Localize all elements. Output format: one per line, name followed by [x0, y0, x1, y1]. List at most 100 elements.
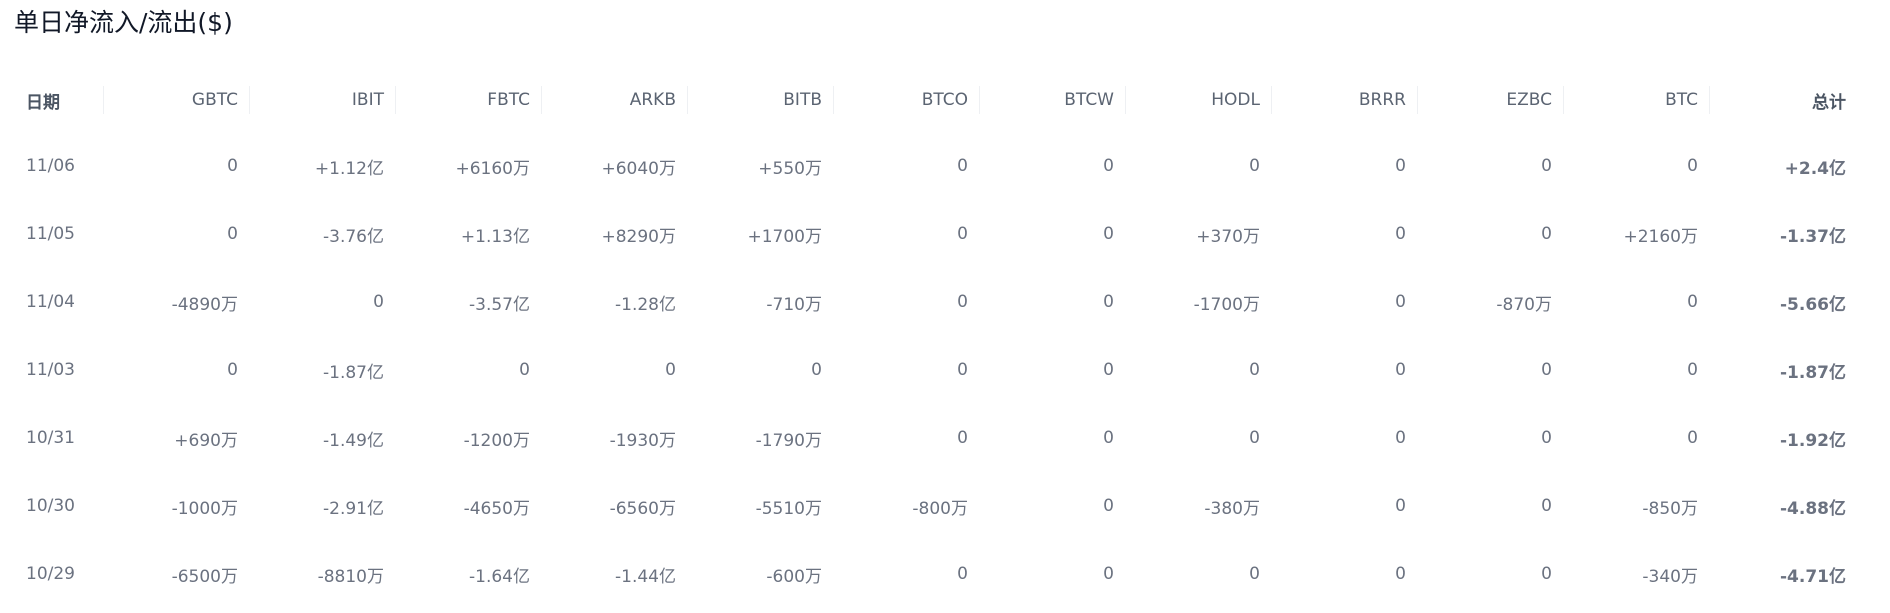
- column-header-btc: BTC: [1564, 68, 1710, 132]
- flow-cell-gbtc: -4890万: [171, 294, 238, 315]
- flow-cell-ibit: 0: [373, 292, 384, 312]
- table-row: 11/05 0 -3.76亿 +1.13亿 +8290万 +1700万 0 0 +370万 0 0 +…: [14, 200, 1858, 268]
- total-cell: -4.88亿: [1780, 498, 1846, 519]
- flow-cell-bitb: 0: [811, 360, 822, 380]
- flow-cell-ezbc: 0: [1541, 224, 1552, 244]
- flow-cell-ezbc: 0: [1541, 360, 1552, 380]
- flow-cell-gbtc: +690万: [174, 430, 238, 451]
- column-header-total: 总计: [1812, 92, 1846, 113]
- column-header-bitb: BITB: [688, 68, 834, 132]
- flow-cell-bitb: -600万: [766, 566, 822, 587]
- flow-cell-btcw: 0: [1103, 360, 1114, 380]
- flow-cell-gbtc: -6500万: [171, 566, 238, 587]
- flow-cell-hodl: 0: [1249, 428, 1260, 448]
- flow-cell-btco: 0: [957, 292, 968, 312]
- total-cell: -4.71亿: [1780, 566, 1846, 587]
- table-row: 10/30 -1000万 -2.91亿 -4650万 -6560万 -5510万 -800万…: [14, 472, 1858, 540]
- flow-cell-bitb: -710万: [766, 294, 822, 315]
- column-header-fbtc: FBTC: [396, 68, 542, 132]
- table-row: 10/29 -6500万 -8810万 -1.64亿 -1.44亿 -600万 0 0 0 0 0 -…: [14, 540, 1858, 608]
- flow-cell-btco: 0: [957, 564, 968, 584]
- flow-cell-btco: -800万: [912, 498, 968, 519]
- date-cell: 11/06: [26, 156, 75, 176]
- flow-cell-btc: +2160万: [1623, 226, 1698, 247]
- flow-cell-arkb: +8290万: [601, 226, 676, 247]
- table-row: 10/31 +690万 -1.49亿 -1200万 -1930万 -1790万 0 0 0 0 0 0…: [14, 404, 1858, 472]
- flow-cell-btco: 0: [957, 428, 968, 448]
- flow-cell-btc: -340万: [1642, 566, 1698, 587]
- flow-cell-ezbc: -870万: [1496, 294, 1552, 315]
- flow-cell-arkb: +6040万: [601, 158, 676, 179]
- flow-cell-fbtc: -3.57亿: [469, 294, 530, 315]
- column-header-ezbc: EZBC: [1418, 68, 1564, 132]
- flow-cell-fbtc: 0: [519, 360, 530, 380]
- flow-cell-ezbc: 0: [1541, 564, 1552, 584]
- flow-cell-btco: 0: [957, 224, 968, 244]
- flow-cell-brrr: 0: [1395, 224, 1406, 244]
- table-row: 11/06 0 +1.12亿 +6160万 +6040万 +550万 0 0 0 0 0 0 +2.4亿: [14, 132, 1858, 200]
- flow-cell-btco: 0: [957, 360, 968, 380]
- flow-cell-ibit: -3.76亿: [323, 226, 384, 247]
- flow-cell-bitb: -1790万: [755, 430, 822, 451]
- total-cell: -5.66亿: [1780, 294, 1846, 315]
- flow-cell-gbtc: 0: [227, 156, 238, 176]
- column-header-btco: BTCO: [834, 68, 980, 132]
- flow-cell-ibit: -1.49亿: [323, 430, 384, 451]
- flow-cell-ezbc: 0: [1541, 496, 1552, 516]
- flow-cell-btc: -850万: [1642, 498, 1698, 519]
- flow-cell-fbtc: -1200万: [463, 430, 530, 451]
- flow-cell-ibit: +1.12亿: [314, 158, 384, 179]
- flow-cell-fbtc: +1.13亿: [460, 226, 530, 247]
- total-cell: +2.4亿: [1784, 158, 1846, 179]
- flow-cell-brrr: 0: [1395, 156, 1406, 176]
- flow-cell-arkb: -1930万: [609, 430, 676, 451]
- flow-cell-btcw: 0: [1103, 564, 1114, 584]
- total-cell: -1.92亿: [1780, 430, 1846, 451]
- flow-cell-gbtc: -1000万: [171, 498, 238, 519]
- flow-cell-brrr: 0: [1395, 428, 1406, 448]
- flow-cell-bitb: +550万: [758, 158, 822, 179]
- table-body: 11/06 0 +1.12亿 +6160万 +6040万 +550万 0 0 0 0 0 0 +2.4亿…: [14, 132, 1858, 608]
- flow-cell-brrr: 0: [1395, 496, 1406, 516]
- date-cell: 10/29: [26, 564, 75, 584]
- total-cell: -1.37亿: [1780, 226, 1846, 247]
- column-header-brrr: BRRR: [1272, 68, 1418, 132]
- table-row: 11/03 0 -1.87亿 0 0 0 0 0 0 0 0 0 -1.87亿: [14, 336, 1858, 404]
- flow-cell-ezbc: 0: [1541, 428, 1552, 448]
- flow-cell-hodl: 0: [1249, 156, 1260, 176]
- flow-cell-ibit: -1.87亿: [323, 362, 384, 383]
- flow-cell-brrr: 0: [1395, 564, 1406, 584]
- net-flow-panel: 单日净流入/流出($) 日期 GBTC IBIT FBTC ARKB BITB BTCO BT…: [0, 0, 1890, 613]
- flow-cell-brrr: 0: [1395, 360, 1406, 380]
- flow-cell-btcw: 0: [1103, 428, 1114, 448]
- flow-cell-btcw: 0: [1103, 292, 1114, 312]
- flow-cell-arkb: -1.28亿: [615, 294, 676, 315]
- flow-cell-gbtc: 0: [227, 360, 238, 380]
- flow-cell-ibit: -2.91亿: [323, 498, 384, 519]
- flow-cell-bitb: -5510万: [755, 498, 822, 519]
- total-cell: -1.87亿: [1780, 362, 1846, 383]
- column-header-date: 日期: [14, 68, 104, 132]
- flow-cell-fbtc: +6160万: [455, 158, 530, 179]
- flow-cell-arkb: -1.44亿: [615, 566, 676, 587]
- flow-cell-btc: 0: [1687, 156, 1698, 176]
- flow-cell-arkb: 0: [665, 360, 676, 380]
- flow-cell-brrr: 0: [1395, 292, 1406, 312]
- date-cell: 11/03: [26, 360, 75, 380]
- flow-cell-hodl: -380万: [1204, 498, 1260, 519]
- flow-cell-hodl: 0: [1249, 564, 1260, 584]
- column-header-arkb: ARKB: [542, 68, 688, 132]
- flow-cell-arkb: -6560万: [609, 498, 676, 519]
- flow-cell-btco: 0: [957, 156, 968, 176]
- date-cell: 11/05: [26, 224, 75, 244]
- flow-cell-gbtc: 0: [227, 224, 238, 244]
- flow-cell-bitb: +1700万: [747, 226, 822, 247]
- date-cell: 11/04: [26, 292, 75, 312]
- flow-cell-fbtc: -4650万: [463, 498, 530, 519]
- flow-cell-ibit: -8810万: [317, 566, 384, 587]
- flow-cell-hodl: -1700万: [1193, 294, 1260, 315]
- flow-cell-ezbc: 0: [1541, 156, 1552, 176]
- flow-cell-hodl: +370万: [1196, 226, 1260, 247]
- flow-cell-btcw: 0: [1103, 156, 1114, 176]
- flow-cell-btc: 0: [1687, 292, 1698, 312]
